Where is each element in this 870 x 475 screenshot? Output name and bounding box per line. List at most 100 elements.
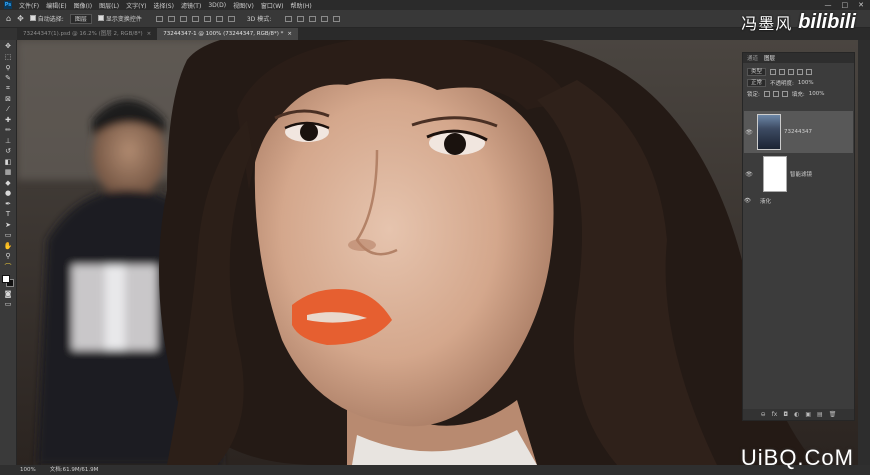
- lock-row: 锁定: 填充: 100%: [743, 88, 854, 99]
- lasso-tool-icon[interactable]: ϙ: [3, 63, 13, 71]
- opacity-value[interactable]: 100%: [798, 80, 814, 86]
- 3d-rotate-icon[interactable]: [285, 15, 293, 22]
- panel-tabs: 通道 图层: [743, 53, 854, 63]
- group-icon[interactable]: ▣: [805, 411, 811, 418]
- filter-shape-icon[interactable]: [797, 68, 804, 75]
- show-transform-checkbox[interactable]: 显示变换控件: [97, 14, 142, 23]
- close-icon[interactable]: ×: [287, 31, 292, 37]
- auto-select-checkbox[interactable]: 自动选择:: [29, 14, 64, 23]
- menu-file[interactable]: 文件(F): [19, 1, 39, 10]
- document-size: 文档:61.9M/61.9M: [49, 467, 99, 473]
- rectangle-tool-icon[interactable]: ▭: [3, 231, 13, 239]
- tab-layers[interactable]: 图层: [764, 54, 775, 62]
- filter-kind-dropdown[interactable]: 类型: [747, 67, 767, 76]
- frame-tool-icon[interactable]: ⊠: [3, 95, 13, 103]
- auto-select-dropdown[interactable]: 图层: [69, 13, 92, 24]
- tab-channels[interactable]: 通道: [747, 54, 758, 62]
- quick-select-tool-icon[interactable]: ✎: [3, 74, 13, 82]
- menu-layer[interactable]: 图层(L): [99, 1, 119, 10]
- lock-pixels-icon[interactable]: [763, 90, 770, 97]
- layer-thumbnail: [757, 114, 781, 150]
- align-center-icon[interactable]: [203, 15, 211, 22]
- eye-icon[interactable]: 👁: [744, 171, 754, 178]
- eyedropper-tool-icon[interactable]: ⁄: [3, 105, 13, 113]
- add-mask-icon[interactable]: ◘: [783, 411, 788, 418]
- blend-mode-dropdown[interactable]: 正常: [747, 78, 767, 87]
- maximize-icon[interactable]: □: [842, 1, 849, 9]
- menu-select[interactable]: 选择(S): [153, 1, 174, 10]
- minimize-icon[interactable]: —: [825, 1, 832, 9]
- menu-help[interactable]: 帮助(H): [291, 1, 312, 10]
- layer-smart-filter[interactable]: 👁 智能滤镜: [744, 153, 853, 195]
- 3d-pan-icon[interactable]: [309, 15, 317, 22]
- move-tool-options-icon[interactable]: ✥: [17, 14, 24, 23]
- menu-type[interactable]: 文字(Y): [126, 1, 146, 10]
- zoom-level[interactable]: 100%: [20, 465, 36, 475]
- color-swatches[interactable]: [2, 275, 14, 287]
- filter-type-icon[interactable]: [788, 68, 795, 75]
- auto-select-label: 自动选择:: [37, 16, 64, 23]
- 3d-scale-icon[interactable]: [333, 15, 341, 22]
- distribute-icon[interactable]: [227, 15, 235, 22]
- menu-edit[interactable]: 编辑(E): [46, 1, 66, 10]
- move-tool-icon[interactable]: ✥: [3, 42, 13, 50]
- menu-image[interactable]: 图像(I): [74, 1, 92, 10]
- adjustment-layer-icon[interactable]: ◐: [794, 411, 799, 418]
- gradient-tool-icon[interactable]: ▦: [3, 168, 13, 176]
- healing-brush-tool-icon[interactable]: ✚: [3, 116, 13, 124]
- history-brush-tool-icon[interactable]: ↺: [3, 147, 13, 155]
- edit-toolbar-icon[interactable]: ⌒: [3, 263, 13, 271]
- brush-tool-icon[interactable]: ✏: [3, 126, 13, 134]
- 3d-slide-icon[interactable]: [321, 15, 329, 22]
- zoom-tool-icon[interactable]: ⚲: [3, 252, 13, 260]
- close-icon[interactable]: ×: [147, 31, 152, 37]
- tab-document-1[interactable]: 73244347(1).psd @ 16.2% (图层 2, RGB/8*) ×: [17, 28, 157, 40]
- checkbox-icon: [97, 15, 104, 21]
- new-layer-icon[interactable]: ▤: [817, 411, 823, 418]
- menu-filter[interactable]: 滤镜(T): [181, 1, 201, 10]
- type-tool-icon[interactable]: T: [3, 210, 13, 218]
- marquee-tool-icon[interactable]: ⬚: [3, 53, 13, 61]
- link-layers-icon[interactable]: ⊖: [761, 411, 766, 418]
- 3d-roll-icon[interactable]: [297, 15, 305, 22]
- dodge-tool-icon[interactable]: ●: [3, 189, 13, 197]
- filter-smart-icon[interactable]: [806, 68, 813, 75]
- fill-value[interactable]: 100%: [809, 91, 825, 97]
- trash-icon[interactable]: 🗑: [829, 411, 837, 418]
- foreground-color-swatch[interactable]: [2, 275, 10, 283]
- eye-icon[interactable]: 👁: [744, 198, 751, 204]
- quick-mask-icon[interactable]: ◙: [3, 290, 13, 298]
- menu-3d[interactable]: 3D(D): [208, 2, 226, 9]
- filter-pixel-icon[interactable]: [770, 68, 777, 75]
- crop-tool-icon[interactable]: ⌗: [3, 84, 13, 92]
- lock-position-icon[interactable]: [772, 90, 779, 97]
- vertical-scrollbar[interactable]: [858, 40, 870, 465]
- menu-window[interactable]: 窗口(W): [261, 1, 284, 10]
- blur-tool-icon[interactable]: ◆: [3, 179, 13, 187]
- align-left-icon[interactable]: [191, 15, 199, 22]
- photoshop-logo-icon: Ps: [4, 1, 12, 9]
- pen-tool-icon[interactable]: ✒: [3, 200, 13, 208]
- tab-document-2[interactable]: 73244347-1 @ 100% (73244347, RGB/8*) * ×: [157, 28, 298, 40]
- close-icon[interactable]: ✕: [858, 1, 864, 9]
- menu-view[interactable]: 视图(V): [233, 1, 254, 10]
- eraser-tool-icon[interactable]: ◧: [3, 158, 13, 166]
- clone-stamp-tool-icon[interactable]: ⊥: [3, 137, 13, 145]
- lock-all-icon[interactable]: [781, 90, 788, 97]
- hand-tool-icon[interactable]: ✋: [3, 242, 13, 250]
- checkbox-icon: [29, 15, 36, 21]
- align-top-icon[interactable]: [155, 15, 163, 22]
- fx-icon[interactable]: fx: [772, 411, 778, 418]
- eye-icon[interactable]: 👁: [744, 129, 754, 136]
- layer-photo[interactable]: 👁 73244347: [744, 111, 853, 153]
- filter-adjustment-icon[interactable]: [779, 68, 786, 75]
- align-middle-icon[interactable]: [167, 15, 175, 22]
- channel-name: 冯墨风: [741, 14, 793, 33]
- filter-effect-liquify[interactable]: 👁 液化: [744, 196, 853, 206]
- align-bottom-icon[interactable]: [179, 15, 187, 22]
- path-select-tool-icon[interactable]: ➤: [3, 221, 13, 229]
- home-icon[interactable]: ⌂: [6, 14, 11, 23]
- screen-mode-icon[interactable]: ▭: [3, 300, 13, 308]
- fill-label: 填充:: [791, 91, 805, 98]
- align-right-icon[interactable]: [215, 15, 223, 22]
